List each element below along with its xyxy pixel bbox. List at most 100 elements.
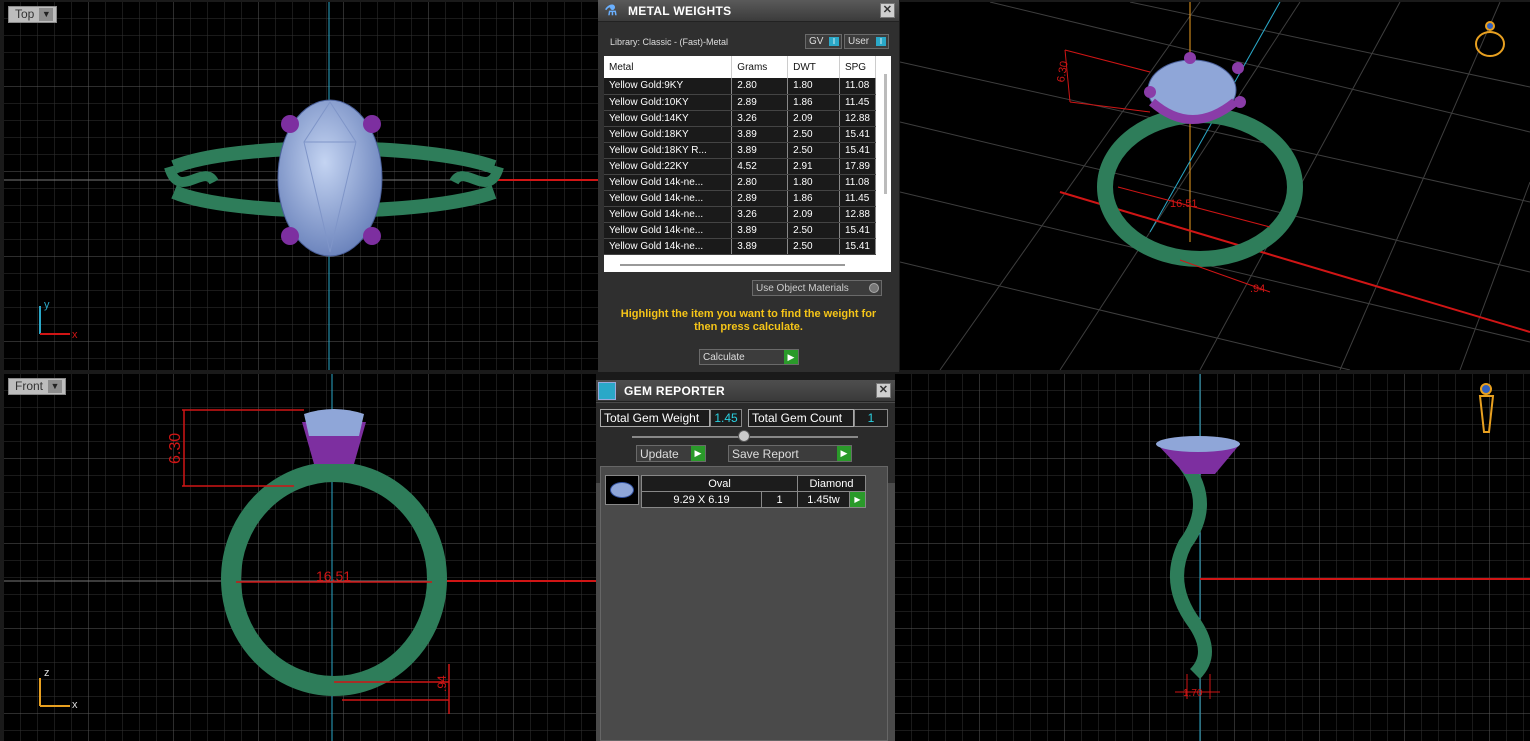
flask-icon: ⚗ [604, 2, 618, 18]
table-cell: Yellow Gold:22KY [604, 158, 733, 175]
gv-toggle[interactable]: GV I [805, 34, 842, 49]
total-gem-weight-label: Total Gem Weight [600, 409, 710, 427]
right-view-drawing: 1.70 [895, 374, 1530, 741]
gem-count: 1 [761, 491, 798, 508]
table-cell: 1.86 [787, 190, 840, 207]
viewport-right[interactable]: 1.70 [895, 374, 1530, 741]
table-scrollbar[interactable] [884, 74, 887, 194]
table-cell: 15.41 [839, 222, 877, 239]
save-report-button[interactable]: Save Report ▶ [728, 445, 852, 462]
table-cell: 11.45 [839, 190, 877, 207]
table-cell: 15.41 [839, 126, 877, 143]
slider-knob[interactable] [738, 430, 750, 442]
gem-reporter-titlebar[interactable]: GEM REPORTER ✕ [596, 380, 895, 402]
total-gem-count-label: Total Gem Count [748, 409, 854, 427]
metal-weights-titlebar[interactable]: ⚗ METAL WEIGHTS ✕ [598, 0, 899, 22]
table-cell: 2.89 [731, 94, 789, 111]
axis-z-label: z [44, 667, 50, 679]
table-row[interactable]: Yellow Gold:14KY 3.26 2.09 12.88 [604, 110, 877, 127]
col-metal[interactable]: Metal [604, 56, 733, 78]
table-cell: Yellow Gold 14k-ne... [604, 174, 733, 191]
table-cell: 3.26 [731, 110, 789, 127]
dim-width: 16.51 [1170, 198, 1198, 210]
play-icon: ▶ [691, 446, 705, 461]
table-row[interactable]: Yellow Gold:22KY 4.52 2.91 17.89 [604, 158, 877, 175]
gem-reporter-title: GEM REPORTER [624, 383, 725, 398]
total-gem-count-value: 1 [854, 409, 888, 427]
play-icon: ▶ [837, 446, 851, 461]
table-cell: Yellow Gold 14k-ne... [604, 222, 733, 239]
col-grams[interactable]: Grams [731, 56, 789, 78]
table-row[interactable]: Yellow Gold:9KY 2.80 1.80 11.08 [604, 78, 877, 95]
user-toggle[interactable]: User I [844, 34, 889, 49]
col-dwt[interactable]: DWT [787, 56, 840, 78]
table-row[interactable]: Yellow Gold 14k-ne... 3.26 2.09 12.88 [604, 206, 877, 223]
table-cell: Yellow Gold:14KY [604, 110, 733, 127]
table-row[interactable]: Yellow Gold:18KY 3.89 2.50 15.41 [604, 126, 877, 143]
table-cell: 2.80 [731, 174, 789, 191]
table-cell: 3.89 [731, 126, 789, 143]
table-cell: Yellow Gold:9KY [604, 78, 733, 95]
table-cell: 15.41 [839, 238, 877, 255]
dim-thickness: .94 [435, 675, 449, 692]
table-cell: 4.52 [731, 158, 789, 175]
table-cell: 11.08 [839, 174, 877, 191]
use-object-materials-toggle[interactable]: Use Object Materials [752, 280, 882, 296]
viewport-top-menu[interactable]: Top ▼ [8, 6, 58, 23]
table-cell: Yellow Gold 14k-ne... [604, 238, 733, 255]
table-header-row: Metal Grams DWT SPG [604, 56, 877, 78]
table-row[interactable]: Yellow Gold:10KY 2.89 1.86 11.45 [604, 94, 877, 111]
gem-shape: Oval [641, 475, 798, 492]
dim-thickness: 1.70 [1183, 688, 1203, 699]
update-button[interactable]: Update ▶ [636, 445, 706, 462]
close-icon[interactable]: ✕ [880, 3, 895, 18]
table-cell: 11.08 [839, 78, 877, 95]
table-row[interactable]: Yellow Gold 14k-ne... 3.89 2.50 15.41 [604, 222, 877, 239]
dim-width: 16.51 [316, 568, 351, 584]
axis-x-label: x [72, 329, 78, 341]
front-view-drawing: 6.30 16.51 .94 z x [4, 374, 596, 741]
table-cell: 3.89 [731, 222, 789, 239]
table-cell: 2.91 [787, 158, 840, 175]
close-icon[interactable]: ✕ [876, 383, 891, 398]
gem-reporter-panel: GEM REPORTER ✕ Total Gem Weight 1.45 Tot… [596, 380, 895, 741]
table-cell: 2.09 [787, 206, 840, 223]
table-hscrollbar[interactable] [620, 264, 845, 266]
table-cell: 2.89 [731, 190, 789, 207]
viewport-perspective[interactable]: 6.30 16.51 .94 [900, 2, 1530, 370]
metal-table-container[interactable]: Metal Grams DWT SPG Yellow Gold:9KY 2.80 1… [604, 56, 891, 272]
table-cell: 12.88 [839, 206, 877, 223]
table-row[interactable]: Yellow Gold 14k-ne... 2.80 1.80 11.08 [604, 174, 877, 191]
table-cell: 2.50 [787, 222, 840, 239]
gem-row[interactable]: Oval Diamond 9.29 X 6.19 1 1.45tw ▶ [641, 475, 866, 508]
viewport-front-menu[interactable]: Front ▼ [8, 378, 67, 395]
gem-weight: 1.45tw [797, 491, 850, 508]
table-row[interactable]: Yellow Gold 14k-ne... 2.89 1.86 11.45 [604, 190, 877, 207]
table-cell: 17.89 [839, 158, 877, 175]
table-row[interactable]: Yellow Gold:18KY R... 3.89 2.50 15.41 [604, 142, 877, 159]
table-cell: 3.89 [731, 238, 789, 255]
table-cell: 2.50 [787, 126, 840, 143]
viewport-front[interactable]: 6.30 16.51 .94 z x Front ▼ [4, 374, 596, 741]
calculate-button[interactable]: Calculate ▶ [699, 349, 799, 365]
metal-weights-panel: ⚗ METAL WEIGHTS ✕ Library: Classic - (Fa… [598, 0, 899, 372]
table-cell: 11.45 [839, 94, 877, 111]
gem-thumbnail[interactable] [605, 475, 639, 505]
col-spg[interactable]: SPG [839, 56, 877, 78]
axis-y-label: y [44, 299, 50, 311]
table-cell: 15.41 [839, 142, 877, 159]
table-row[interactable]: Yellow Gold 14k-ne... 3.89 2.50 15.41 [604, 238, 877, 255]
gem-type: Diamond [797, 475, 866, 492]
gem-detail-button[interactable]: ▶ [849, 491, 866, 508]
play-icon: ▶ [784, 350, 798, 364]
calculate-hint: Highlight the item you want to find the … [620, 308, 877, 333]
table-cell: 1.86 [787, 94, 840, 111]
ring-preview-icon [1475, 21, 1505, 57]
table-cell: 2.80 [731, 78, 789, 95]
metal-weights-title: METAL WEIGHTS [628, 3, 732, 18]
ring-band [1097, 107, 1303, 267]
table-cell: 1.80 [787, 78, 840, 95]
viewport-top[interactable]: y x Top ▼ [4, 2, 598, 370]
table-cell: 1.80 [787, 174, 840, 191]
table-cell: Yellow Gold:10KY [604, 94, 733, 111]
